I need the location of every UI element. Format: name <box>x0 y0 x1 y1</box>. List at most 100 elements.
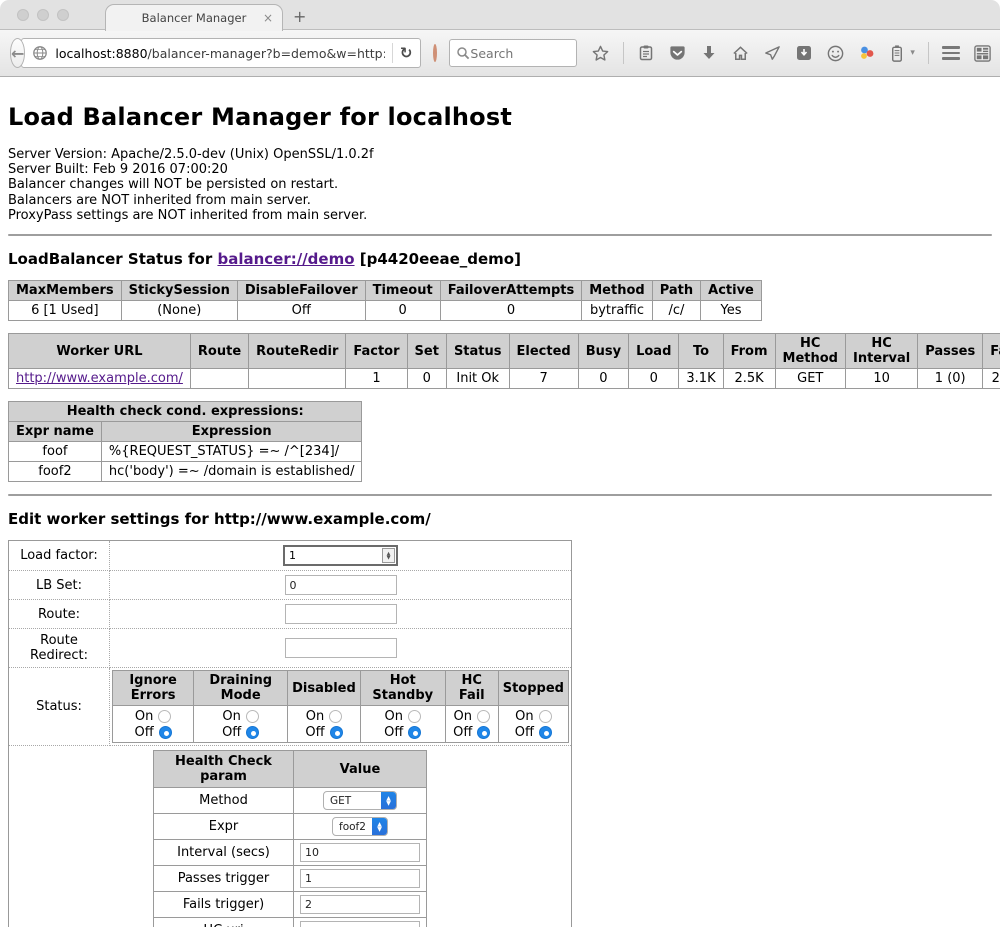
tab-title: Balancer Manager <box>142 11 247 25</box>
url-bar[interactable]: localhost:8880/balancer-manager?b=demo&w… <box>21 38 421 68</box>
cell-hc-method: GET <box>775 369 845 389</box>
cell-expression: %{REQUEST_STATUS} =~ /^[234]/ <box>101 442 362 462</box>
form-row-route-redirect: Route Redirect: <box>9 629 572 668</box>
balancer-demo-link[interactable]: balancer://demo <box>217 250 354 268</box>
route-input[interactable] <box>285 604 397 624</box>
cell-active: Yes <box>701 301 762 321</box>
stopped-off-radio[interactable] <box>539 726 552 739</box>
lb-set-input[interactable] <box>285 575 397 595</box>
status-hot-standby: On Off <box>360 706 445 743</box>
hc-expr-select[interactable]: foof2 ▲▼ <box>332 817 388 836</box>
disabled-off-radio[interactable] <box>330 726 343 739</box>
url-divider <box>392 43 393 63</box>
server-info: Server Version: Apache/2.5.0-dev (Unix) … <box>8 147 992 223</box>
close-window-button[interactable] <box>17 9 29 21</box>
bookmark-star-icon[interactable] <box>591 44 610 63</box>
menu-hamburger-icon[interactable] <box>942 46 960 60</box>
search-box[interactable] <box>449 39 577 67</box>
cell-routeredir <box>249 369 346 389</box>
hc-method-label: Method <box>154 788 294 814</box>
col-hc-fail: HC Fail <box>445 671 498 706</box>
clipboard-icon[interactable] <box>637 44 655 62</box>
table-row: foof2 hc('body') =~ /domain is establish… <box>9 462 362 482</box>
off-label: Off <box>515 725 534 740</box>
cell-from: 2.5K <box>723 369 775 389</box>
site-identity-globe-icon[interactable] <box>32 45 48 61</box>
col-expr-name: Expr name <box>9 422 102 442</box>
balancer-heading-prefix: LoadBalancer Status for <box>8 250 217 268</box>
worker-url-link[interactable]: http://www.example.com/ <box>16 371 183 386</box>
col-set: Set <box>407 334 446 369</box>
hc-interval-input[interactable] <box>300 843 420 862</box>
col-timeout: Timeout <box>365 281 440 301</box>
tab-strip: Balancer Manager × + <box>0 0 1000 30</box>
tab-balancer-manager[interactable]: Balancer Manager × <box>105 4 283 31</box>
content-blocked-icon[interactable] <box>433 44 437 62</box>
browser-window: Balancer Manager × + ← localhost:8880/ba… <box>0 0 1000 927</box>
tab-close-icon[interactable]: × <box>263 11 273 25</box>
col-hc-value: Value <box>294 751 427 788</box>
hot-standby-off-radio[interactable] <box>408 726 421 739</box>
cell-to: 3.1K <box>679 369 723 389</box>
hc-expressions-table: Health check cond. expressions: Expr nam… <box>8 401 362 482</box>
hc-uri-label: HC uri <box>154 918 294 927</box>
cell-timeout: 0 <box>365 301 440 321</box>
cell-maxmembers: 6 [1 Used] <box>9 301 122 321</box>
form-row-route: Route: <box>9 600 572 629</box>
cell-expr-name: foof <box>9 442 102 462</box>
cell-route <box>190 369 248 389</box>
downloads-icon[interactable] <box>700 44 718 62</box>
draining-mode-on-radio[interactable] <box>246 710 259 723</box>
route-redirect-input[interactable] <box>285 638 397 658</box>
hc-row-interval: Interval (secs) <box>154 840 427 866</box>
tile-view-extension-icon[interactable] <box>973 44 992 63</box>
new-tab-button[interactable]: + <box>293 7 306 26</box>
col-busy: Busy <box>578 334 628 369</box>
hc-fails-input[interactable] <box>300 895 420 914</box>
col-method: Method <box>582 281 652 301</box>
cell-expr-name: foof2 <box>9 462 102 482</box>
ignore-errors-off-radio[interactable] <box>159 726 172 739</box>
balancer-status-heading: LoadBalancer Status for balancer://demo … <box>8 250 992 268</box>
hot-standby-on-radio[interactable] <box>408 710 421 723</box>
cell-expression: hc('body') =~ /domain is established/ <box>101 462 362 482</box>
stopped-on-radio[interactable] <box>539 710 552 723</box>
send-page-icon[interactable] <box>763 44 782 63</box>
reload-button[interactable]: ↻ <box>400 44 415 62</box>
hc-passes-input[interactable] <box>300 869 420 888</box>
col-worker-url: Worker URL <box>9 334 191 369</box>
col-path: Path <box>652 281 700 301</box>
save-to-device-icon[interactable] <box>795 44 813 62</box>
col-route: Route <box>190 334 248 369</box>
color-dots-extension-icon[interactable] <box>858 44 876 62</box>
col-routeredir: RouteRedir <box>249 334 346 369</box>
zoom-window-button[interactable] <box>57 9 69 21</box>
cell-busy: 0 <box>578 369 628 389</box>
search-input[interactable] <box>470 46 570 61</box>
url-text[interactable]: localhost:8880/balancer-manager?b=demo&w… <box>55 46 384 61</box>
col-expression: Expression <box>101 422 362 442</box>
on-label: On <box>306 709 324 724</box>
draining-mode-off-radio[interactable] <box>246 726 259 739</box>
status-stopped: On Off <box>498 706 568 743</box>
load-factor-input[interactable] <box>285 549 382 562</box>
number-spinner[interactable]: ▲▼ <box>382 548 395 563</box>
on-label: On <box>135 709 153 724</box>
hc-method-select[interactable]: GET ▲▼ <box>323 791 397 810</box>
table-row: 6 [1 Used] (None) Off 0 0 bytraffic /c/ … <box>9 301 762 321</box>
hc-uri-input[interactable] <box>300 921 420 927</box>
disabled-on-radio[interactable] <box>329 710 342 723</box>
overflow-caret-icon[interactable]: ▾ <box>910 48 915 58</box>
ignore-errors-on-radio[interactable] <box>158 710 171 723</box>
pocket-icon[interactable] <box>668 44 687 63</box>
divider <box>8 494 992 496</box>
home-icon[interactable] <box>731 44 750 63</box>
battery-extension-icon[interactable] <box>889 44 905 63</box>
url-path: /balancer-manager?b=demo&w=http://www.ex… <box>148 46 385 61</box>
feedback-smiley-icon[interactable] <box>826 44 845 63</box>
notice-proxypass: ProxyPass settings are NOT inherited fro… <box>8 208 992 223</box>
status-disabled: On Off <box>288 706 361 743</box>
hc-fail-off-radio[interactable] <box>477 726 490 739</box>
minimize-window-button[interactable] <box>37 9 49 21</box>
hc-fail-on-radio[interactable] <box>477 710 490 723</box>
